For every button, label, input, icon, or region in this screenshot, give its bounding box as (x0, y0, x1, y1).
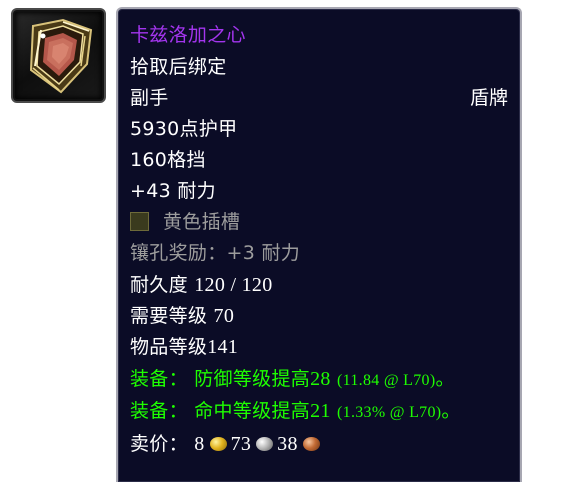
socket-label: 黄色插槽 (163, 211, 241, 233)
durability-row: 耐久度 120 / 120 (130, 271, 273, 299)
durability-label: 耐久度 (130, 274, 188, 296)
item-type-text: 盾牌 (469, 87, 508, 109)
sell-price-label: 卖价： (130, 433, 188, 455)
item-level-row: 物品等级141 (130, 333, 238, 361)
armor-text: 5930点护甲 (130, 118, 238, 140)
item-name: 卡兹洛加之心 (130, 24, 246, 46)
block-text: 160格挡 (130, 149, 206, 171)
silver-coin-icon (256, 437, 274, 451)
equip-value: 28 (310, 368, 331, 390)
required-level-label: 需要等级 (130, 305, 208, 327)
equip-suffix: 。 (441, 400, 461, 422)
equip-prefix: 装备： (130, 368, 188, 390)
item-level-label: 物品等级 (130, 336, 208, 358)
equip-effect-2: 装备： 命中等级提高21 (1.33% @ L70)。 (130, 397, 461, 425)
equip-prefix: 装备： (130, 400, 188, 422)
shield-icon (29, 18, 93, 94)
required-level-row: 需要等级 70 (130, 302, 234, 330)
stamina-text: +43 耐力 (130, 180, 216, 202)
equip-text: 命中等级提高 (194, 400, 311, 422)
equip-text: 防御等级提高 (194, 368, 311, 390)
item-tooltip: 卡兹洛加之心 拾取后绑定 副手 盾牌 5930点护甲 160格挡 +43 耐力 … (116, 7, 522, 482)
yellow-socket-icon (130, 212, 149, 231)
equip-suffix: 。 (435, 368, 455, 390)
binding-text: 拾取后绑定 (130, 56, 227, 78)
sell-price-row: 卖价： 8 73 38 (130, 430, 324, 458)
copper-amount: 38 (277, 433, 298, 455)
equip-detail: (1.33% @ L70) (337, 404, 442, 421)
equip-effect-1: 装备： 防御等级提高28 (11.84 @ L70)。 (130, 365, 455, 393)
item-icon[interactable] (11, 8, 106, 103)
required-level-value: 70 (213, 305, 235, 327)
equip-detail: (11.84 @ L70) (337, 372, 436, 389)
socket-row: 黄色插槽 (130, 208, 240, 236)
gold-coin-icon (209, 437, 227, 451)
item-level-value: 141 (207, 336, 239, 358)
equip-value: 21 (310, 400, 331, 422)
silver-amount: 73 (230, 433, 252, 455)
slot-text: 副手 (130, 87, 169, 109)
durability-value: 120 / 120 (194, 274, 273, 296)
gold-amount: 8 (194, 433, 205, 455)
socket-bonus-text: 镶孔奖励：+3 耐力 (130, 242, 301, 264)
copper-coin-icon (302, 437, 320, 451)
